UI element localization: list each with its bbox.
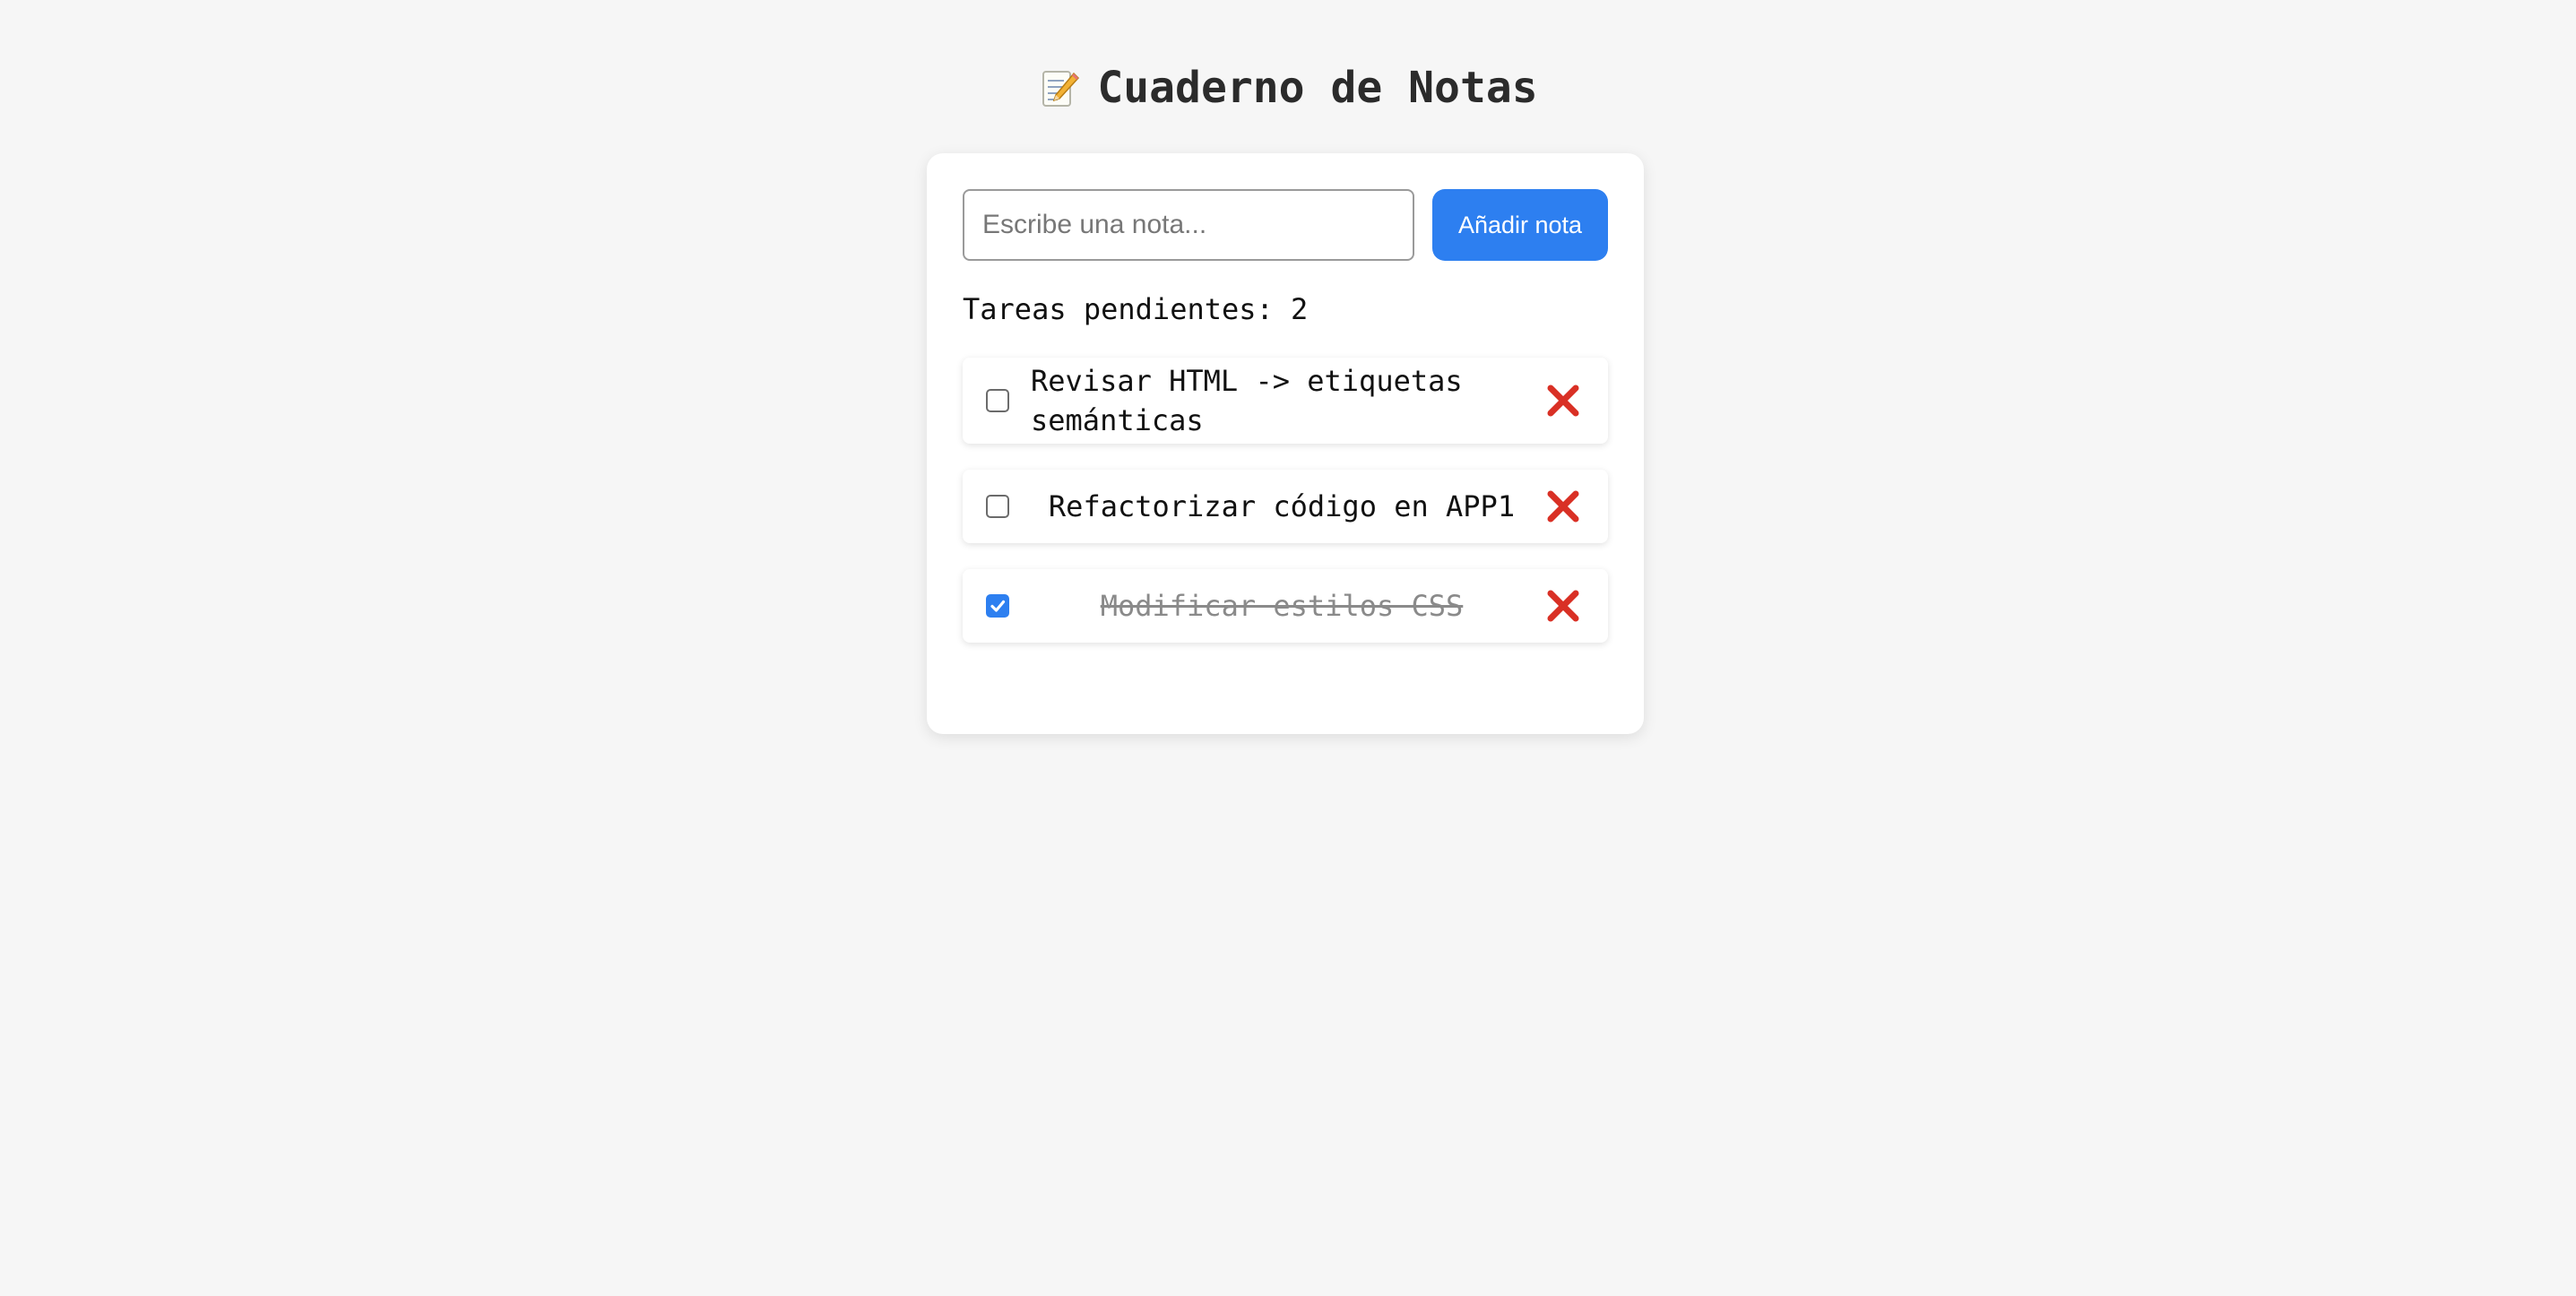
checkmark-icon <box>990 600 1006 612</box>
note-input[interactable] <box>963 189 1414 261</box>
delete-x-icon[interactable] <box>1545 383 1581 419</box>
pending-label: Tareas pendientes: <box>963 292 1274 326</box>
task-item: Modificar estilos CSS <box>963 569 1608 643</box>
task-item: Refactorizar código en APP1 <box>963 470 1608 543</box>
task-item: Revisar HTML -> etiquetas semánticas <box>963 358 1608 444</box>
delete-x-icon[interactable] <box>1545 488 1581 524</box>
task-checkbox-checked[interactable] <box>986 594 1009 618</box>
notes-card: Añadir nota Tareas pendientes: 2 Revisar… <box>927 153 1644 734</box>
task-text: Refactorizar código en APP1 <box>1048 489 1516 523</box>
memo-pencil-icon <box>1042 71 1080 107</box>
pending-count: 2 <box>1291 292 1309 326</box>
delete-x-icon[interactable] <box>1545 588 1581 624</box>
add-note-button[interactable]: Añadir nota <box>1432 189 1608 261</box>
task-checkbox[interactable] <box>986 495 1009 518</box>
task-text: Modificar estilos CSS <box>1100 589 1464 623</box>
page-title-text: Cuaderno de Notas <box>1097 63 1538 113</box>
task-text: Revisar HTML -> etiquetas semánticas <box>1031 364 1463 437</box>
page-title: Cuaderno de Notas <box>0 56 2576 120</box>
task-checkbox[interactable] <box>986 389 1009 412</box>
pending-counter: Tareas pendientes: 2 <box>963 289 1308 329</box>
